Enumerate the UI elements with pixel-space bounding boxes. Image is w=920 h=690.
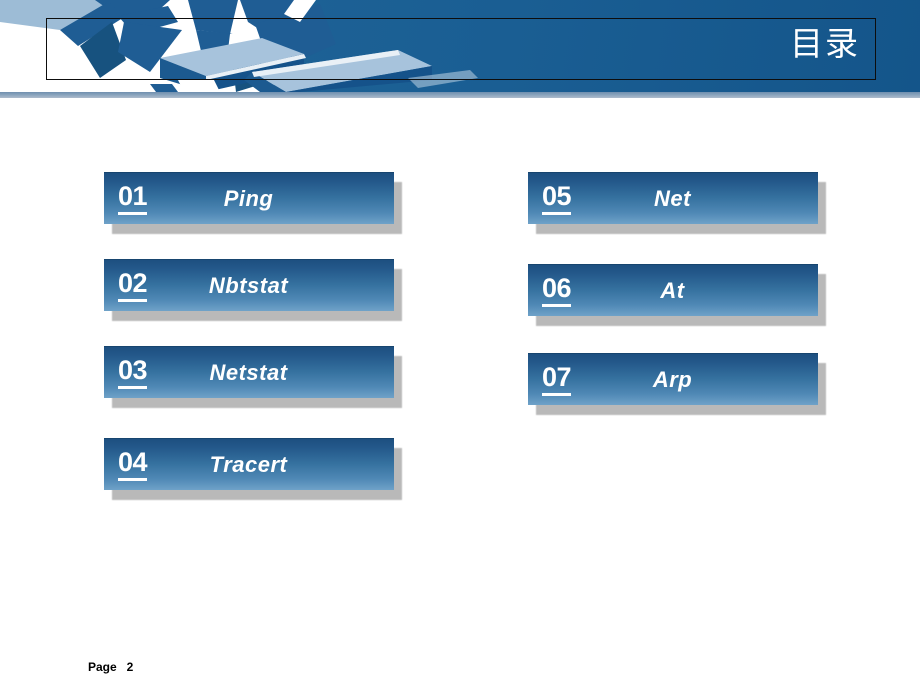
toc-item-07[interactable]: 07 Arp — [528, 353, 826, 415]
toc-item-face[interactable]: 02 Nbtstat — [104, 259, 394, 311]
toc-item-face[interactable]: 05 Net — [528, 172, 818, 224]
toc-item-02[interactable]: 02 Nbtstat — [104, 259, 402, 321]
toc-item-05[interactable]: 05 Net — [528, 172, 826, 234]
toc-item-number: 02 — [118, 269, 148, 302]
page-number-footer: Page 2 — [88, 660, 134, 674]
toc-item-number: 07 — [542, 363, 572, 396]
toc-item-06[interactable]: 06 At — [528, 264, 826, 326]
toc-item-04[interactable]: 04 Tracert — [104, 438, 402, 500]
toc-item-face[interactable]: 06 At — [528, 264, 818, 316]
toc-item-number: 03 — [118, 356, 148, 389]
toc-item-label: Ping — [223, 185, 274, 211]
toc-item-01[interactable]: 01 Ping — [104, 172, 402, 234]
toc-item-number: 05 — [542, 182, 572, 215]
table-of-contents: 01 Ping 02 Nbtstat 03 Netstat 04 Tracert… — [0, 0, 920, 690]
toc-item-number: 04 — [118, 448, 148, 481]
toc-item-label: Tracert — [209, 451, 288, 477]
toc-item-number: 01 — [118, 182, 148, 215]
toc-item-03[interactable]: 03 Netstat — [104, 346, 402, 408]
toc-item-label: Nbtstat — [208, 272, 289, 298]
toc-item-label: At — [660, 277, 685, 303]
toc-item-number: 06 — [542, 274, 572, 307]
toc-item-label: Netstat — [209, 359, 288, 385]
toc-item-face[interactable]: 01 Ping — [104, 172, 394, 224]
toc-item-face[interactable]: 07 Arp — [528, 353, 818, 405]
toc-item-face[interactable]: 04 Tracert — [104, 438, 394, 490]
toc-item-label: Arp — [652, 366, 693, 392]
toc-item-face[interactable]: 03 Netstat — [104, 346, 394, 398]
toc-item-label: Net — [654, 185, 691, 211]
